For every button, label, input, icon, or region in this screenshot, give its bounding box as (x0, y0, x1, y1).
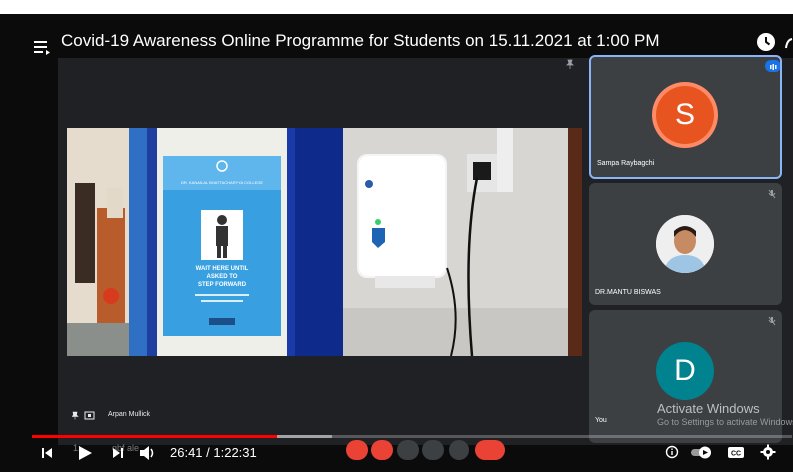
previous-icon[interactable] (40, 446, 54, 460)
settings-icon[interactable] (760, 444, 776, 460)
presenter-icons (72, 411, 95, 420)
svg-text:ASKED TO: ASKED TO (207, 274, 238, 280)
avatar-initial: S (656, 86, 714, 144)
avatar (656, 215, 714, 273)
speaking-indicator (765, 60, 780, 72)
svg-text:WAIT HERE UNTIL: WAIT HERE UNTIL (196, 266, 249, 272)
mic-off-icon (768, 189, 776, 199)
participant-tile-mantu[interactable]: DR.MANTU BISWAS (589, 183, 782, 305)
audio-level-icon (770, 64, 777, 70)
participant-name: Sampa Raybagchi (597, 160, 655, 167)
activation-watermark-title: Activate Windows (657, 401, 760, 416)
avatar-initial: D (656, 342, 714, 400)
avatar: S (652, 82, 718, 148)
volume-icon[interactable] (138, 444, 158, 462)
present-button (422, 440, 444, 460)
share-icon[interactable] (785, 36, 793, 50)
video-player[interactable]: Covid-19 Awareness Online Programme for … (0, 14, 793, 472)
autoplay-toggle-icon[interactable] (690, 444, 714, 460)
watch-later-icon[interactable] (756, 32, 776, 52)
pin-icon[interactable] (566, 59, 574, 69)
main-video-feed: DR. KANAILAL BHATTACHARYYA COLLEGE WAIT … (67, 128, 582, 356)
play-icon[interactable] (76, 444, 94, 462)
video-title[interactable]: Covid-19 Awareness Online Programme for … (61, 31, 660, 51)
subtitles-icon[interactable]: CC (727, 446, 745, 459)
time-display: 26:41 / 1:22:31 (170, 445, 257, 460)
end-call-button (475, 440, 505, 460)
autoplay-info-icon[interactable] (665, 445, 679, 459)
participant-photo (656, 215, 714, 273)
captions-button (397, 440, 419, 460)
mic-off-icon (768, 316, 776, 326)
camera-off-button (371, 440, 393, 460)
playlist-icon[interactable] (33, 38, 51, 56)
next-icon[interactable] (111, 446, 125, 460)
more-options-button (449, 440, 469, 460)
svg-text:CC: CC (731, 451, 741, 458)
presenter-name: Arpan Mullick (108, 411, 151, 418)
participant-tile-sampa[interactable]: S Sampa Raybagchi (589, 55, 782, 179)
participant-name: DR.MANTU BISWAS (595, 289, 661, 296)
mic-off-button (346, 440, 368, 460)
hallway-scene: DR. KANAILAL BHATTACHARYYA COLLEGE WAIT … (67, 128, 582, 356)
page: Covid-19 Awareness Online Programme for … (0, 0, 793, 472)
progress-played (32, 435, 278, 438)
activation-watermark-text: Go to Settings to activate Windows. (657, 417, 793, 427)
participant-name: You (595, 417, 607, 424)
svg-text:STEP FORWARD: STEP FORWARD (198, 282, 247, 288)
poster-header: DR. KANAILAL BHATTACHARYYA COLLEGE (181, 180, 263, 185)
